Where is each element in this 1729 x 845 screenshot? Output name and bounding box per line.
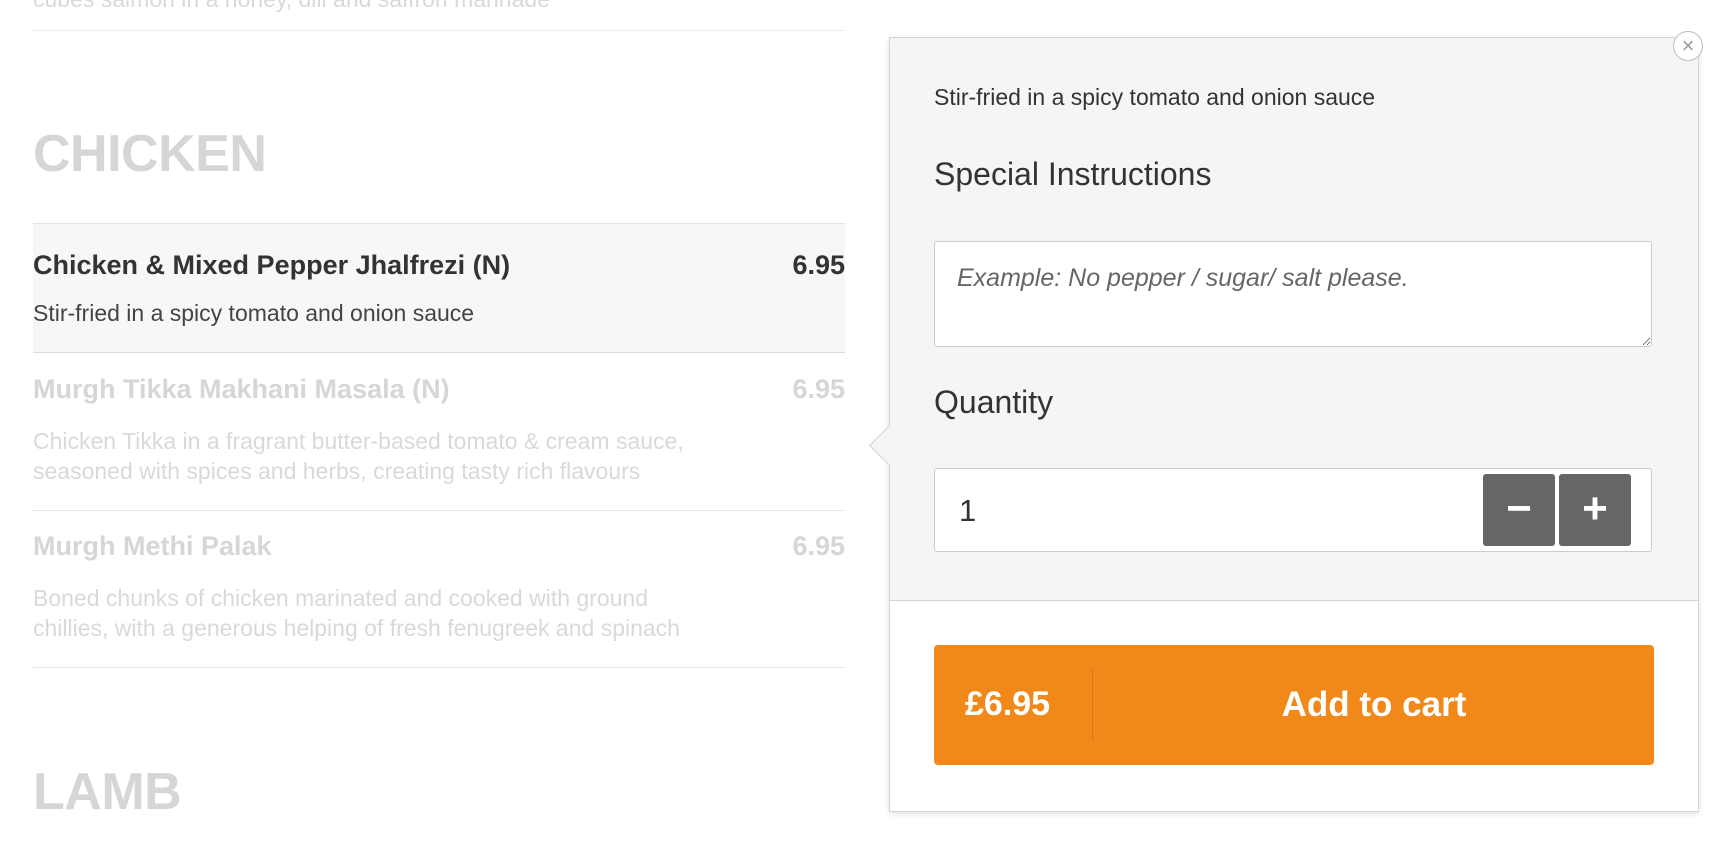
section-title-lamb: LAMB [33,763,182,821]
item-name: Murgh Methi Palak [33,531,272,561]
item-desc: Chicken Tikka in a fragrant butter-based… [33,426,793,486]
close-popover-button[interactable]: × [1673,31,1703,61]
add-to-cart-button[interactable]: £6.95 Add to cart [934,645,1654,765]
item-name: Chicken & Mixed Pepper Jhalfrezi (N) [33,250,511,280]
divider [1092,669,1093,741]
add-to-cart-price: £6.95 [965,685,1051,723]
quantity-input[interactable]: 1 [959,493,976,529]
item-name: Murgh Tikka Makhani Masala (N) [33,374,450,404]
item-desc-line: Chicken Tikka in a fragrant butter-based… [33,428,684,454]
popover-arrow [868,424,911,467]
item-desc: Stir-fried in a spicy tomato and onion s… [33,300,475,326]
item-price: 6.95 [792,250,845,280]
quantity-stepper: 1 − + [934,468,1652,552]
decrease-quantity-button[interactable]: − [1483,474,1555,546]
item-price: 6.95 [792,531,845,561]
item-desc: Boned chunks of chicken marinated and co… [33,583,793,643]
minus-icon: − [1506,484,1532,533]
item-price: 6.95 [792,374,845,404]
section-title-chicken: CHICKEN [33,125,267,183]
menu-item-jhalfrezi[interactable]: Chicken & Mixed Pepper Jhalfrezi (N) 6.9… [33,223,845,353]
increase-quantity-button[interactable]: + [1559,474,1631,546]
item-desc-line: Boned chunks of chicken marinated and co… [33,585,649,611]
close-icon: × [1681,33,1695,58]
add-to-cart-label: Add to cart [1281,685,1467,724]
plus-icon: + [1582,484,1608,533]
previous-item-desc: cubes salmon in a honey, dill and saffro… [33,0,550,13]
menu-item-tikka-makhani[interactable]: Murgh Tikka Makhani Masala (N) 6.95 Chic… [33,354,845,511]
special-instructions-label: Special Instructions [934,156,1212,192]
item-desc-line: chillies, with a generous helping of fre… [33,615,680,641]
item-desc-line: seasoned with spices and herbs, creating… [33,458,641,484]
quantity-label: Quantity [934,384,1054,420]
menu-item-methi-palak[interactable]: Murgh Methi Palak 6.95 Boned chunks of c… [33,511,845,668]
special-instructions-input[interactable] [934,241,1652,347]
popover-footer: £6.95 Add to cart [890,600,1698,811]
popover-item-desc: Stir-fried in a spicy tomato and onion s… [934,84,1376,110]
divider [33,30,845,31]
item-options-popover: Stir-fried in a spicy tomato and onion s… [868,37,1699,812]
